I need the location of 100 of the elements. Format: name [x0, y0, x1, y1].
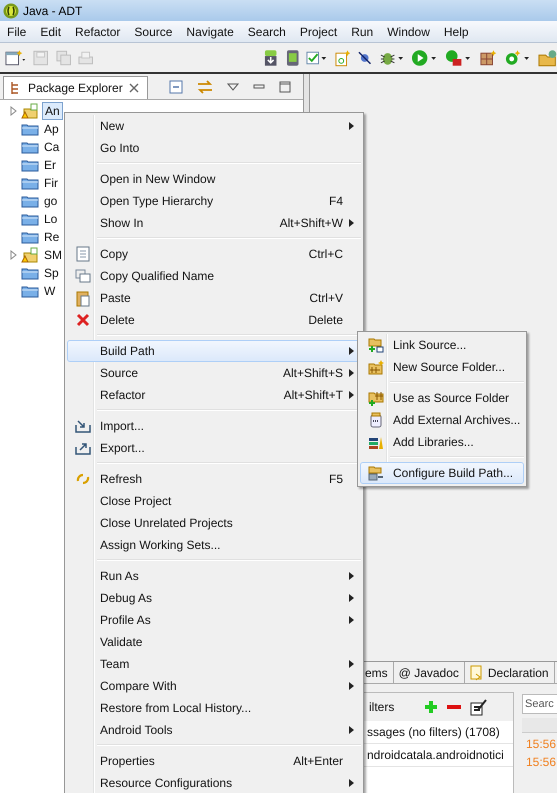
tree-item[interactable]: Ap: [42, 121, 61, 137]
search-field[interactable]: Searc: [522, 694, 557, 714]
download-icon[interactable]: [263, 48, 279, 66]
menu-item[interactable]: Paste Ctrl+V: [67, 287, 361, 309]
tree-item[interactable]: Ca: [42, 139, 62, 155]
declaration-icon: [470, 664, 484, 680]
menu-bar-item[interactable]: Run: [344, 24, 380, 38]
skip-breakpoints-icon[interactable]: [356, 50, 372, 66]
folder-icon: [21, 140, 39, 154]
menu-item[interactable]: Go Into: [67, 137, 361, 159]
link-arrows-icon[interactable]: [197, 80, 213, 94]
import-icon: [75, 419, 91, 433]
refresh-icon: [76, 472, 90, 486]
link-folder-icon: [368, 337, 384, 353]
external-tools-icon[interactable]: [445, 48, 472, 66]
expand-arrow-icon[interactable]: [10, 106, 18, 116]
books-icon: [368, 435, 384, 449]
tree-item[interactable]: Er: [42, 157, 58, 173]
maximize-icon[interactable]: [279, 81, 291, 93]
package-icon[interactable]: [479, 48, 497, 66]
source-folder-icon: [368, 390, 384, 406]
menu-item[interactable]: Add External Archives...: [360, 409, 524, 431]
menu-item[interactable]: Show In Alt+Shift+W: [67, 212, 361, 234]
menu-item[interactable]: Close Unrelated Projects: [67, 512, 361, 534]
view-tab[interactable]: @ Javadoc: [394, 662, 465, 683]
menu-item[interactable]: Compare With: [67, 675, 361, 697]
new-icon[interactable]: [5, 48, 26, 66]
menu-bar-item[interactable]: Refactor: [68, 24, 128, 38]
menu-item[interactable]: Refactor Alt+Shift+T: [67, 384, 361, 406]
expand-arrow-icon[interactable]: [10, 250, 18, 260]
menu-bar-item[interactable]: Search: [240, 24, 293, 38]
tree-item[interactable]: Re: [42, 229, 62, 245]
tree-item[interactable]: An: [42, 102, 63, 120]
folder-icon: [21, 194, 39, 208]
tree-item[interactable]: SM: [42, 247, 64, 263]
menu-bar-item[interactable]: Edit: [33, 24, 68, 38]
source-folder-icon: [368, 359, 384, 375]
menu-item[interactable]: Copy Ctrl+C: [67, 243, 361, 265]
collapse-all-icon[interactable]: [169, 80, 183, 94]
menu-bar-item[interactable]: Window: [380, 24, 437, 38]
menu-item[interactable]: Assign Working Sets...: [67, 534, 361, 556]
app-logo-icon: [3, 2, 19, 18]
window-title: Java - ADT: [23, 4, 82, 18]
menu-item[interactable]: Export...: [67, 437, 361, 459]
close-icon[interactable]: [128, 83, 139, 93]
tree-item[interactable]: W: [42, 283, 58, 299]
view-title: Package Explorer: [28, 81, 123, 95]
view-menu-icon[interactable]: [227, 83, 239, 91]
menu-bar-item[interactable]: File: [0, 24, 34, 38]
menu-item[interactable]: Link Source...: [360, 334, 524, 356]
menu-item[interactable]: Import...: [67, 415, 361, 437]
filters-title: ilters: [369, 700, 394, 714]
view-tab[interactable]: Declaration: [464, 662, 555, 683]
menu-bar-item[interactable]: Help: [436, 24, 476, 38]
menu-item[interactable]: Refresh F5: [67, 468, 361, 490]
menu-item[interactable]: Delete Delete: [67, 309, 361, 331]
menu-bar-item[interactable]: Project: [292, 24, 344, 38]
folder-icon: [21, 212, 39, 226]
project-folder-icon: [21, 103, 39, 119]
log-time: 15:56: [525, 755, 557, 769]
tree-item[interactable]: go: [42, 193, 60, 209]
copy-icon: [75, 269, 91, 283]
configure-icon: [368, 465, 384, 481]
menu-item[interactable]: Restore from Local History...: [67, 697, 361, 719]
package-explorer-tab[interactable]: Package Explorer: [3, 76, 148, 99]
menu-item[interactable]: Profile As: [67, 609, 361, 631]
tree-item[interactable]: Lo: [42, 211, 60, 227]
menu-item[interactable]: Close Project: [67, 490, 361, 512]
menu-bar-item[interactable]: Source: [127, 24, 180, 38]
menu-item[interactable]: Source Alt+Shift+S: [67, 362, 361, 384]
menu-item[interactable]: Use as Source Folder: [360, 387, 524, 409]
menu-bar-item[interactable]: Navigate: [179, 24, 241, 38]
checkbox-icon[interactable]: [306, 50, 328, 66]
tree-item[interactable]: Sp: [42, 265, 61, 281]
copy-icon: [76, 246, 90, 262]
menu-item[interactable]: Configure Build Path...: [360, 462, 524, 484]
new-class-icon[interactable]: [334, 48, 350, 66]
folder-icon: [21, 230, 39, 244]
folder-icon: [21, 176, 39, 190]
open-folder-icon[interactable]: [538, 48, 557, 66]
edit-icon[interactable]: [470, 698, 488, 716]
menu-item[interactable]: Open in New Window: [67, 168, 361, 190]
folder-icon: [21, 158, 39, 172]
new-java-icon[interactable]: [504, 48, 531, 66]
device-icon[interactable]: [286, 48, 300, 66]
tree-item[interactable]: Fir: [42, 175, 60, 191]
export-icon: [75, 441, 91, 455]
folder-icon: [21, 266, 39, 280]
menu-item[interactable]: Open Type Hierarchy F4: [67, 190, 361, 212]
menu-item[interactable]: Copy Qualified Name: [67, 265, 361, 287]
menu-item[interactable]: Run As: [67, 565, 361, 587]
menu-item[interactable]: New: [67, 115, 361, 137]
menu-item[interactable]: Validate: [67, 631, 361, 653]
menu-item[interactable]: Debug As: [67, 587, 361, 609]
menu-item[interactable]: New Source Folder...: [360, 356, 524, 378]
menu-item[interactable]: Add Libraries...: [360, 431, 524, 453]
run-icon[interactable]: [411, 48, 438, 66]
menu-item[interactable]: Team: [67, 653, 361, 675]
remove-icon[interactable]: [446, 704, 462, 710]
menu-item[interactable]: Resource Configurations: [67, 772, 361, 793]
